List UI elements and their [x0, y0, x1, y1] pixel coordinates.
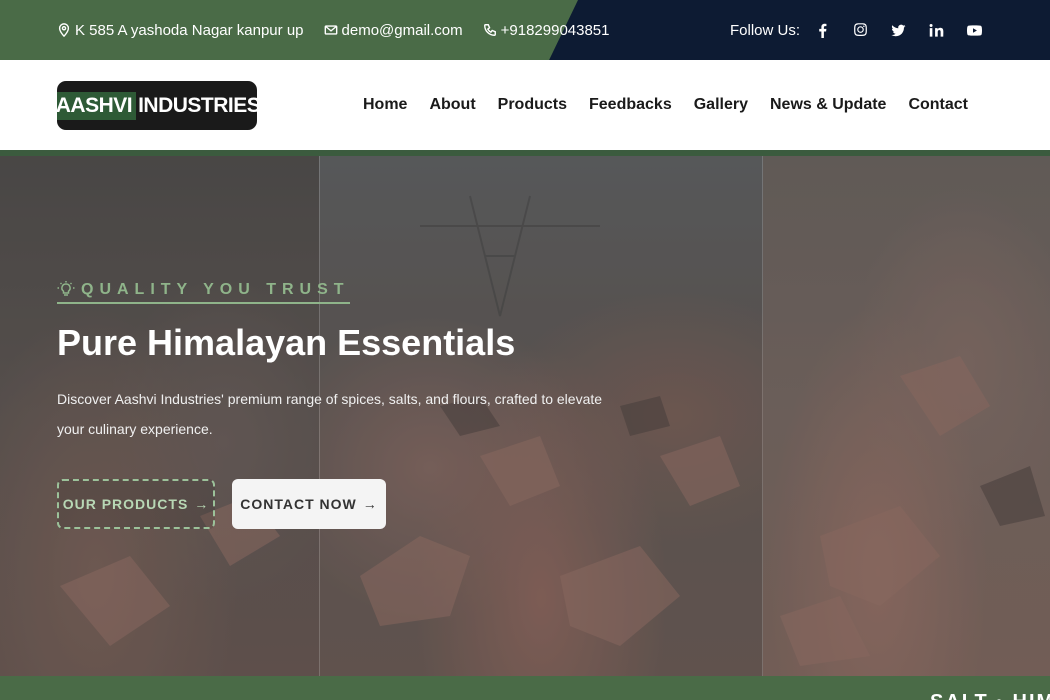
hero-section: QUALITY YOU TRUST Pure Himalayan Essenti…: [0, 156, 1050, 676]
youtube-icon[interactable]: [964, 20, 984, 40]
linkedin-icon[interactable]: [926, 20, 946, 40]
product-marquee: SALT · HIMA: [0, 676, 1050, 700]
location-icon: [58, 23, 70, 37]
marquee-text: SALT · HIMA: [930, 691, 1050, 700]
nav-item-contact[interactable]: Contact: [908, 96, 968, 114]
nav-item-home[interactable]: Home: [363, 96, 407, 114]
tagline-text: QUALITY YOU TRUST: [81, 281, 350, 298]
top-bar: K 585 A yashoda Nagar kanpur up demo@gma…: [0, 0, 1050, 60]
phone-icon: [483, 24, 496, 36]
lightbulb-icon: [57, 281, 75, 296]
email-link[interactable]: demo@gmail.com: [342, 22, 463, 39]
nav-item-gallery[interactable]: Gallery: [694, 96, 748, 114]
our-products-button[interactable]: OUR PRODUCTS →: [57, 479, 215, 529]
facebook-icon[interactable]: [812, 20, 832, 40]
logo-text-part2: INDUSTRIES: [138, 93, 257, 117]
contact-now-label: CONTACT NOW: [240, 496, 357, 512]
phone-link[interactable]: +918299043851: [501, 22, 610, 39]
nav-item-feedbacks[interactable]: Feedbacks: [589, 96, 672, 114]
contact-info: K 585 A yashoda Nagar kanpur up demo@gma…: [57, 0, 610, 60]
contact-now-button[interactable]: CONTACT NOW →: [232, 479, 386, 529]
nav-item-news[interactable]: News & Update: [770, 96, 886, 114]
nav-item-about[interactable]: About: [429, 96, 475, 114]
follow-us: Follow Us:: [730, 0, 984, 60]
our-products-label: OUR PRODUCTS: [62, 496, 189, 512]
address-item: K 585 A yashoda Nagar kanpur up: [57, 22, 304, 39]
social-links: [812, 20, 984, 40]
twitter-icon[interactable]: [888, 20, 908, 40]
nav-item-products[interactable]: Products: [498, 96, 567, 114]
address-text: K 585 A yashoda Nagar kanpur up: [75, 21, 304, 39]
hero-panel-divider: [762, 156, 763, 676]
logo-text-part1: AASHVI: [57, 91, 137, 120]
main-navbar: AASHVI INDUSTRIES Home About Products Fe…: [0, 60, 1050, 150]
email-item[interactable]: demo@gmail.com: [324, 22, 463, 39]
follow-label: Follow Us:: [730, 21, 801, 39]
envelope-icon: [324, 25, 337, 35]
hero-title: Pure Himalayan Essentials: [57, 322, 516, 363]
arrow-right-icon: →: [194, 496, 210, 512]
instagram-icon[interactable]: [850, 20, 870, 40]
brand-logo[interactable]: AASHVI INDUSTRIES: [57, 81, 257, 130]
nav-menu: Home About Products Feedbacks Gallery Ne…: [363, 60, 968, 150]
arrow-right-icon: →: [362, 496, 378, 512]
hero-tagline: QUALITY YOU TRUST: [57, 281, 350, 304]
phone-item[interactable]: +918299043851: [483, 22, 610, 39]
hero-description: Discover Aashvi Industries' premium rang…: [57, 391, 603, 437]
